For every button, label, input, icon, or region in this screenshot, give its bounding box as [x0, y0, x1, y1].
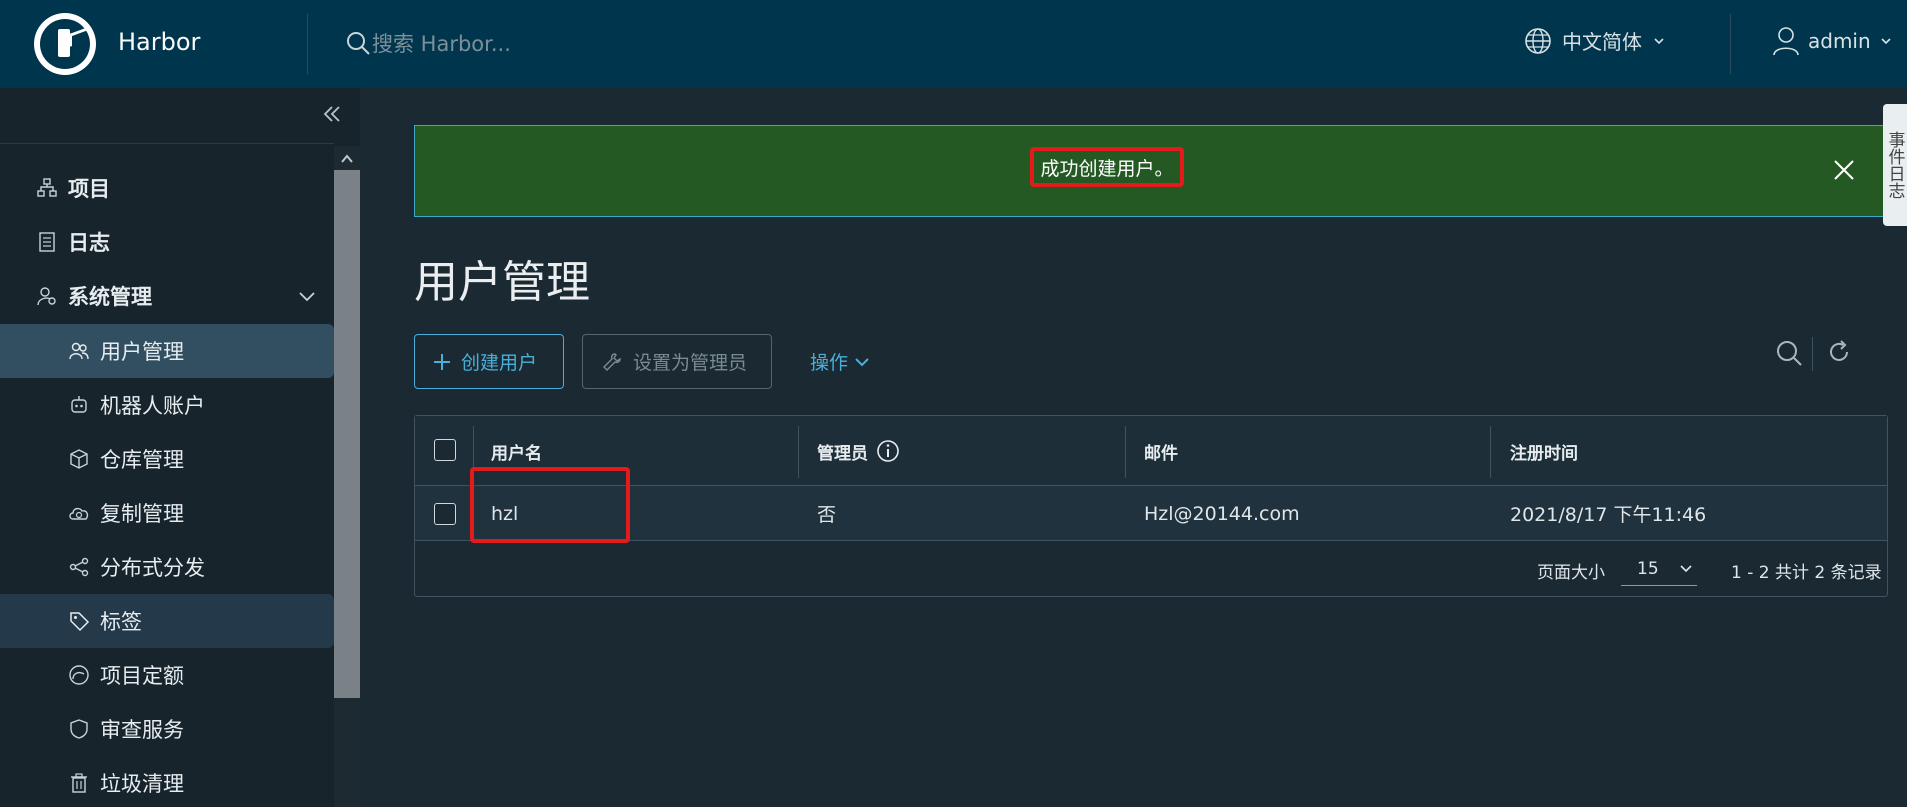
column-header-admin[interactable]: 管理员	[817, 416, 900, 486]
sidebar-item-label: 仓库管理	[100, 448, 184, 472]
sidebar-item-projects[interactable]: 项目	[0, 161, 334, 215]
sidebar-item-garbage-collection[interactable]: 垃圾清理	[0, 756, 334, 807]
tag-icon	[70, 612, 90, 632]
sidebar-item-label: 复制管理	[100, 502, 184, 526]
cell-registered: 2021/8/17 下午11:46	[1510, 504, 1707, 526]
create-user-button[interactable]: 创建用户	[414, 334, 564, 389]
sidebar-item-label: 系统管理	[68, 285, 152, 309]
sidebar-item-administration[interactable]: 系统管理	[0, 269, 334, 323]
set-as-admin-button[interactable]: 设置为管理员	[582, 334, 772, 389]
create-user-label: 创建用户	[461, 352, 538, 374]
sidebar-scrollbar[interactable]	[334, 146, 360, 807]
chevron-down-icon	[1654, 37, 1664, 44]
sidebar-item-label: 机器人账户	[100, 394, 205, 418]
toolbar-divider	[1812, 337, 1813, 371]
sidebar-item-label: 审查服务	[100, 718, 184, 742]
page-size-select[interactable]: 15	[1621, 552, 1697, 586]
user-menu[interactable]: admin	[1772, 26, 1893, 56]
cloud-replication-icon	[69, 507, 89, 520]
column-separator	[798, 426, 799, 478]
sidebar-item-label: 项目	[68, 177, 110, 201]
chevron-down-icon	[1680, 564, 1692, 572]
global-search-input[interactable]	[372, 28, 772, 60]
plus-icon	[434, 353, 450, 370]
language-selector[interactable]: 中文简体	[1524, 26, 1666, 55]
users-icon	[69, 342, 89, 360]
cell-admin: 否	[817, 504, 837, 526]
column-header-registered[interactable]: 注册时间	[1510, 416, 1578, 486]
harbor-logo-icon[interactable]	[34, 13, 96, 75]
registry-box-icon	[70, 449, 88, 469]
sidebar-item-logs[interactable]: 日志	[0, 215, 334, 269]
share-icon	[69, 557, 89, 577]
username-label: admin	[1808, 29, 1871, 53]
actions-label: 操作	[810, 352, 849, 374]
set-as-admin-label: 设置为管理员	[633, 352, 748, 374]
cell-email: Hzl@20144.com	[1144, 502, 1300, 525]
scroll-up-icon[interactable]	[340, 152, 354, 166]
sidebar-item-label: 垃圾清理	[100, 772, 184, 796]
users-table: 用户名 管理员 邮件 注册时间 hzl 否 Hzl@20144.com 2021…	[414, 415, 1888, 597]
row-checkbox[interactable]	[434, 503, 456, 525]
chevron-down-icon	[855, 357, 869, 366]
sidebar-item-user-management[interactable]: 用户管理	[0, 324, 334, 378]
select-all-checkbox[interactable]	[434, 439, 456, 461]
table-row[interactable]: hzl 否 Hzl@20144.com 2021/8/17 下午11:46	[415, 486, 1887, 541]
admin-settings-icon	[37, 287, 56, 306]
sidebar: 项目 日志 系统管理 用户管理 机器人账户 仓库管理 复制管理 分布式分发 标签…	[0, 88, 360, 807]
header-divider	[307, 14, 308, 74]
language-label: 中文简体	[1562, 30, 1642, 54]
search-icon	[347, 32, 370, 55]
event-log-tab[interactable]: 事件日志	[1883, 104, 1907, 226]
column-header-admin-label: 管理员	[817, 443, 868, 464]
quota-gauge-icon	[69, 665, 89, 685]
robot-icon	[71, 396, 87, 413]
brand-name[interactable]: Harbor	[118, 28, 200, 56]
sidebar-item-replications[interactable]: 复制管理	[0, 486, 334, 540]
page-size-value: 15	[1637, 558, 1659, 579]
sidebar-item-label: 项目定额	[100, 664, 184, 688]
user-icon	[1773, 27, 1799, 56]
info-icon[interactable]	[876, 439, 900, 463]
column-header-email[interactable]: 邮件	[1144, 416, 1178, 486]
table-header: 用户名 管理员 邮件 注册时间	[415, 416, 1887, 486]
column-separator	[1490, 426, 1491, 478]
header-divider	[1730, 14, 1731, 74]
username-highlight-box	[470, 467, 630, 543]
collapse-sidebar-icon[interactable]	[320, 102, 344, 126]
alert-message: 成功创建用户。	[1030, 147, 1184, 187]
chevron-down-icon	[299, 292, 315, 302]
column-separator	[1125, 426, 1126, 478]
close-icon[interactable]	[1832, 158, 1856, 182]
sidebar-item-labels[interactable]: 标签	[0, 594, 334, 648]
search-icon[interactable]	[1775, 339, 1803, 367]
trash-icon	[71, 773, 87, 793]
actions-dropdown[interactable]: 操作	[810, 334, 900, 389]
sidebar-item-label: 标签	[100, 610, 142, 634]
page-size-label: 页面大小	[1537, 563, 1605, 583]
sidebar-item-label: 分布式分发	[100, 556, 205, 580]
chevron-down-icon	[1881, 38, 1891, 45]
sidebar-item-project-quotas[interactable]: 项目定额	[0, 648, 334, 702]
projects-icon	[37, 178, 57, 197]
sidebar-item-interrogation-services[interactable]: 审查服务	[0, 702, 334, 756]
sidebar-item-robot-accounts[interactable]: 机器人账户	[0, 378, 334, 432]
sidebar-divider	[0, 143, 334, 144]
wrench-icon	[603, 352, 621, 371]
sidebar-item-distributions[interactable]: 分布式分发	[0, 540, 334, 594]
table-footer: 页面大小 15 1 - 2 共计 2 条记录	[415, 542, 1887, 597]
shield-icon	[70, 719, 88, 739]
sidebar-item-label: 日志	[68, 231, 110, 255]
scrollbar-thumb[interactable]	[334, 170, 360, 698]
pagination-summary: 1 - 2 共计 2 条记录	[1731, 563, 1882, 583]
logs-icon	[39, 232, 55, 252]
top-header: Harbor 中文简体 admin	[0, 0, 1907, 88]
sidebar-item-label: 用户管理	[100, 340, 184, 364]
sidebar-item-registries[interactable]: 仓库管理	[0, 432, 334, 486]
globe-icon	[1525, 27, 1551, 54]
page-title: 用户管理	[414, 257, 590, 308]
refresh-icon[interactable]	[1826, 339, 1852, 365]
